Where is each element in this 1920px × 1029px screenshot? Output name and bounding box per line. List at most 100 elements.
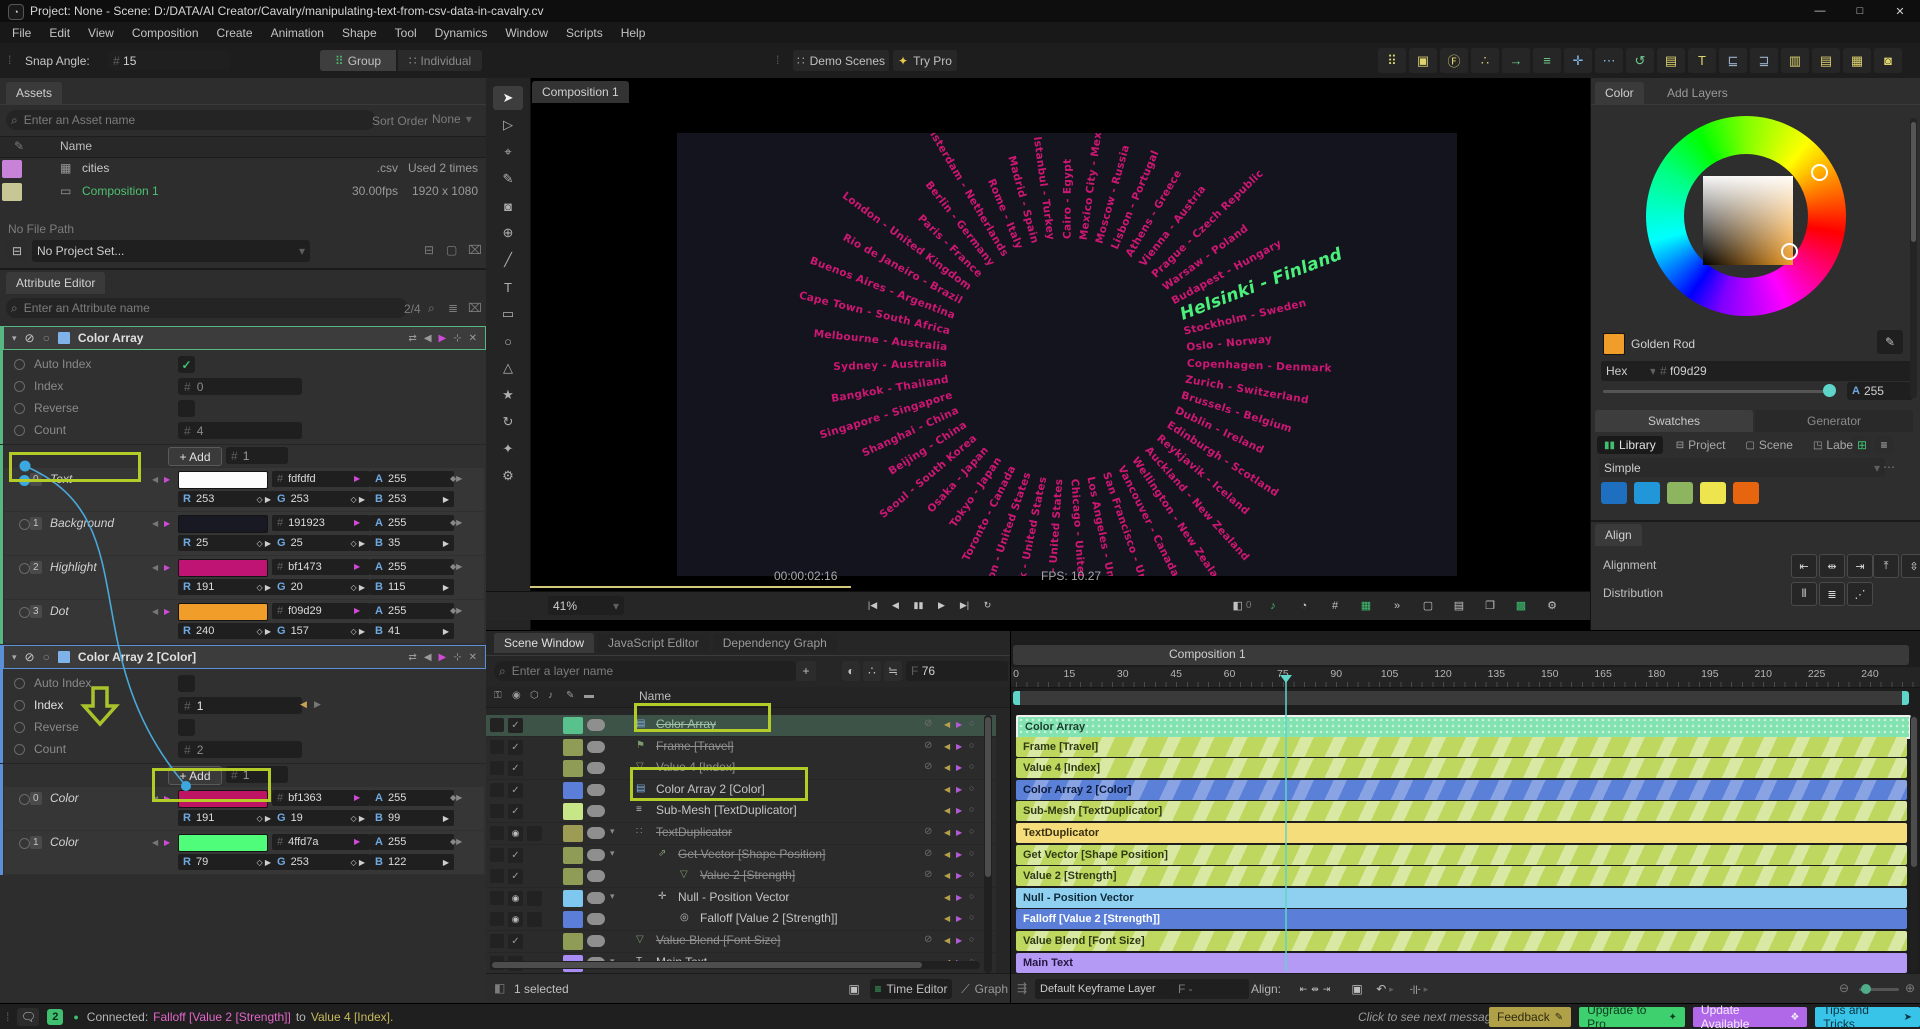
tab-assets[interactable]: Assets (6, 82, 63, 104)
asset-row[interactable]: ▭ Composition 1 30.00fps 1920 x 1080 (0, 181, 486, 203)
scene-layer-row[interactable]: ◉ ◎ Falloff [Value 2 [Strength]] ◀ ▶ ○ (486, 909, 996, 931)
alpha-field[interactable]: A 255 (370, 559, 454, 575)
keyframe-diamond-icon[interactable]: ◇ ▶ (256, 858, 271, 867)
prev-key-icon[interactable]: ◀ (152, 475, 158, 484)
layer-color-tag[interactable] (563, 717, 583, 734)
visibility-cell[interactable]: ◉ (508, 890, 523, 906)
timeline-track[interactable]: Get Vector [Shape Position] (1016, 844, 1907, 865)
next-key-icon[interactable]: ▶ (956, 893, 962, 902)
saturation-value-square[interactable] (1703, 176, 1793, 265)
loop-circle-icon[interactable]: ○ (969, 718, 974, 728)
alpha-field[interactable]: A 255 (370, 790, 454, 806)
toolbar-drag-handle-2[interactable]: ⁞ (776, 53, 779, 67)
hex-key-icon[interactable]: ▶ (354, 518, 360, 527)
sv-indicator[interactable] (1781, 243, 1798, 260)
timeline-track[interactable]: Falloff [Value 2 [Strength]] (1016, 909, 1907, 930)
timeline-frame-field[interactable]: F - (1173, 979, 1249, 999)
next-key-icon[interactable]: ▶ (956, 806, 962, 815)
next-key-icon[interactable]: ▶ (956, 828, 962, 837)
scene-frame-field[interactable]: F 76 (906, 661, 1008, 681)
folder-icon[interactable]: ⊟ (424, 243, 434, 257)
prev-key-icon[interactable]: ◀ (944, 806, 950, 815)
keyframe-diamond-icon[interactable]: ▶ (443, 583, 449, 592)
timeline-track[interactable]: TextDuplicator (1016, 823, 1907, 843)
alpha-slider[interactable] (1603, 390, 1835, 393)
scene-layer-row[interactable]: ✓ ▽ Value Blend [Font Size] ⊘ ◀ ▶ ○ (486, 931, 996, 952)
text-tool-icon[interactable]: T (1688, 48, 1716, 73)
tab-color[interactable]: Color (1595, 82, 1644, 104)
palette-swatch-4[interactable] (1733, 482, 1759, 504)
hex-value-input[interactable]: # f09d29 (1655, 361, 1913, 381)
lock-cell[interactable] (490, 718, 504, 732)
extra-cell[interactable] (527, 826, 542, 841)
keyframe-diamond-icon[interactable]: ◇ ▶ (256, 814, 271, 823)
spark-tool-icon[interactable]: ✦ (493, 437, 523, 461)
loop-circle-icon[interactable]: ○ (969, 804, 974, 814)
demo-scenes-button[interactable]: ∷ Demo Scenes (793, 50, 889, 71)
extra-cell[interactable] (527, 912, 542, 928)
layer-color-tag[interactable] (563, 933, 583, 950)
menu-item-window[interactable]: Window (497, 24, 556, 42)
zoom-attribute-icon[interactable]: ⌕ (428, 301, 435, 316)
attribute-socket[interactable] (14, 678, 25, 689)
visibility-cell[interactable]: ✓ (508, 869, 523, 885)
snap-angle-input[interactable]: # 15 (108, 51, 230, 70)
keyframe-bars2-icon[interactable]: ⊒ (1750, 48, 1778, 73)
rect-tool-icon[interactable]: ▭ (493, 302, 523, 326)
add-color-button[interactable]: + Add (168, 766, 222, 785)
pen-tool-icon[interactable]: ✎ (493, 167, 523, 191)
next-key-icon[interactable]: ▶ (164, 563, 170, 572)
hex-key-icon[interactable]: ▶ (354, 606, 360, 615)
lock-cell[interactable] (490, 912, 504, 927)
alpha-field[interactable]: A 255 (370, 515, 454, 531)
keyframe-layer-select[interactable]: Default Keyframe Layer (1035, 979, 1175, 999)
keyframe-diamond-icon[interactable]: ◇ ▶ (256, 539, 271, 548)
select-tool-icon[interactable]: ➤ (493, 86, 523, 110)
menu-item-tool[interactable]: Tool (387, 24, 425, 42)
solo-filter-icon[interactable]: ◐ (842, 661, 860, 681)
next-key-icon[interactable]: ▶ (956, 936, 962, 945)
alpha-slider-handle[interactable] (1823, 384, 1836, 397)
r-field[interactable]: R 79 ◇ ▶ (178, 854, 276, 870)
layer-toggle-pill[interactable] (587, 935, 605, 947)
color-socket[interactable] (19, 475, 30, 486)
section-header[interactable]: ▾ ⊘ ○ Color Array ⇄ ◀ ▶ ⊹ ✕ (3, 326, 486, 350)
expand-chevron-icon[interactable]: ▾ (610, 826, 615, 837)
line-tool-icon[interactable]: ╱ (493, 248, 523, 272)
next-key-icon[interactable]: ▶ (956, 763, 962, 772)
color-swatch[interactable] (178, 515, 268, 533)
timeline-track[interactable]: Sub-Mesh [TextDuplicator] (1016, 801, 1907, 822)
skip-start-icon[interactable]: |◀ (862, 596, 883, 615)
clear-icon[interactable]: ⌧ (468, 301, 482, 315)
next-key-icon[interactable]: ▶ (439, 333, 447, 344)
menu-item-view[interactable]: View (80, 24, 122, 42)
rotate-tool-icon[interactable]: ↻ (493, 410, 523, 434)
prev-key-icon[interactable]: ◀ (152, 838, 158, 847)
layer-toggle-pill[interactable] (587, 805, 605, 818)
color-swatch[interactable] (178, 834, 268, 852)
composition-canvas[interactable]: Helsinki - Finland Stockholm - Sweden Oslo… (677, 113, 1457, 647)
fast-forward-icon[interactable]: » (1383, 596, 1411, 615)
current-color-swatch[interactable] (1603, 333, 1625, 355)
pin-icon[interactable]: ⊹ (453, 333, 461, 344)
grid-cells-icon[interactable]: ▦ (1843, 48, 1871, 73)
layer-color-tag[interactable] (563, 889, 583, 907)
columns-icon[interactable]: ▥ (1781, 48, 1809, 73)
palette-select[interactable]: Simple ▾ (1599, 458, 1885, 477)
align-option-button[interactable]: ⤒ (1873, 554, 1899, 578)
loop-circle-icon[interactable]: ○ (969, 934, 974, 944)
loop-circle-icon[interactable]: ○ (969, 912, 974, 922)
layer-color-tag[interactable] (563, 760, 583, 778)
color-swatch[interactable] (178, 471, 268, 489)
direct-select-tool-icon[interactable]: ▷ (493, 113, 523, 137)
color-swatch[interactable] (178, 790, 268, 808)
keyframe-bars-icon[interactable]: ⊑ (1719, 48, 1747, 73)
b-field[interactable]: B 253 ▶ (370, 491, 454, 507)
solo-radio-icon[interactable]: ○ (43, 331, 50, 345)
grid-view-icon[interactable]: ⊞ (1853, 436, 1871, 454)
loop-icon[interactable]: ↻ (977, 596, 998, 615)
attribute-socket[interactable] (14, 359, 25, 370)
timeline-track[interactable]: Color Array (1016, 715, 1911, 739)
alpha-field[interactable]: A 255 (370, 471, 454, 487)
lock-cell[interactable] (490, 869, 504, 884)
